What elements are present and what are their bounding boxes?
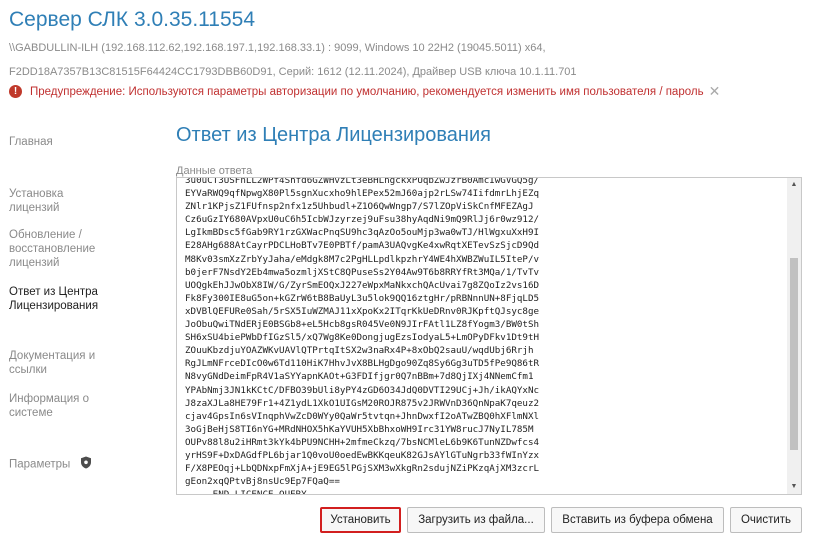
clear-button[interactable]: Очистить <box>730 507 802 533</box>
sidebar-item-label: Информация о системе <box>9 393 90 419</box>
load-from-file-button[interactable]: Загрузить из файла... <box>407 507 545 533</box>
chevron-down-icon[interactable]: ▼ <box>787 480 801 494</box>
paste-from-clipboard-button[interactable]: Вставить из буфера обмена <box>551 507 724 533</box>
warning-text: Предупреждение: Используются параметры а… <box>30 85 704 98</box>
sidebar-item-install-licenses[interactable]: Установка лицензий <box>9 187 63 215</box>
sidebar-item-license-response[interactable]: Ответ из Центра Лицензирования <box>9 285 98 313</box>
page-title: Сервер СЛК 3.0.35.11554 <box>9 8 256 31</box>
sidebar-item-settings[interactable]: Параметры <box>9 456 92 473</box>
sidebar-item-label: Установка лицензий <box>9 188 64 214</box>
sidebar-item-home[interactable]: Главная <box>9 135 53 149</box>
response-data-textarea[interactable]: 3u0uCT3USFnLL2WPf4Shfd6GZWHvzLt3eBHLngck… <box>176 177 802 495</box>
response-data-label: Данные ответа <box>176 165 253 177</box>
sidebar-item-label: Параметры <box>9 458 71 471</box>
sidebar-item-system-info[interactable]: Информация о системе <box>9 392 89 420</box>
sidebar-item-label: Главная <box>9 136 53 148</box>
sidebar-item-update-restore[interactable]: Обновление / восстановление лицензий <box>9 228 95 270</box>
install-button[interactable]: Установить <box>320 507 401 533</box>
chevron-up-icon[interactable]: ▲ <box>787 178 801 192</box>
sidebar-item-label: Обновление / восстановление лицензий <box>9 229 96 269</box>
vertical-scrollbar[interactable]: ▲ ▼ <box>787 178 801 494</box>
shield-icon <box>80 456 92 473</box>
sidebar-item-label: Ответ из Центра Лицензирования <box>9 286 99 312</box>
section-title: Ответ из Центра Лицензирования <box>176 124 491 146</box>
server-info-line-2: F2DD18A7357B13C81515F64424CC1793DBB60D91… <box>9 66 577 78</box>
server-info-line-1: \\GABDULLIN-ILH (192.168.112.62,192.168.… <box>9 42 546 54</box>
close-icon[interactable]: ✕ <box>709 83 721 100</box>
scrollbar-thumb[interactable] <box>790 258 798 450</box>
sidebar-item-label: Документация и ссылки <box>9 350 96 376</box>
response-data-text[interactable]: 3u0uCT3USFnLL2WPf4Shfd6GZWHvzLt3eBHLngck… <box>185 178 539 494</box>
sidebar-item-docs[interactable]: Документация и ссылки <box>9 349 95 377</box>
warning-banner: ! Предупреждение: Используются параметры… <box>9 83 720 100</box>
warning-circle-icon: ! <box>9 85 22 98</box>
